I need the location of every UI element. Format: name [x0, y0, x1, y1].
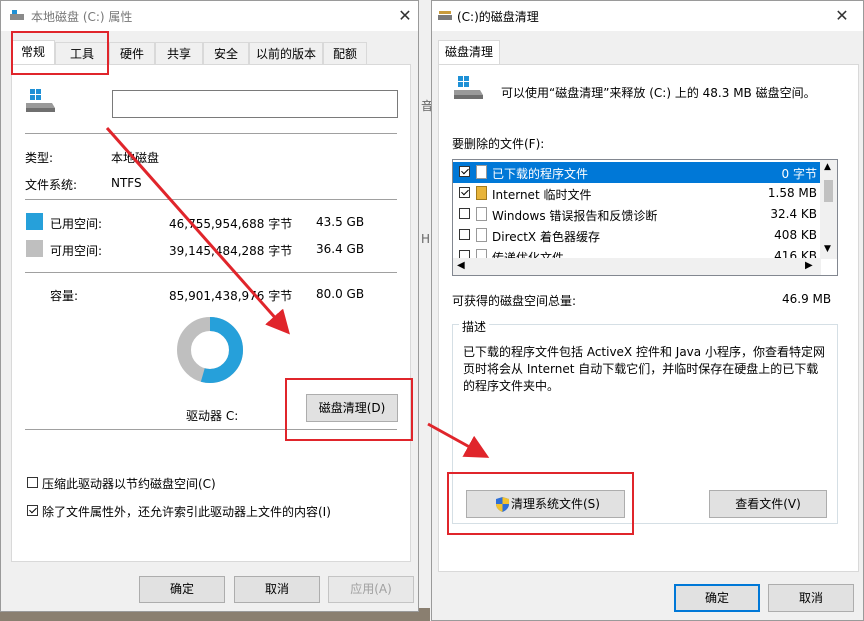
arrow	[427, 422, 490, 458]
annotation-arrows	[105, 127, 490, 458]
arrow	[105, 127, 290, 335]
